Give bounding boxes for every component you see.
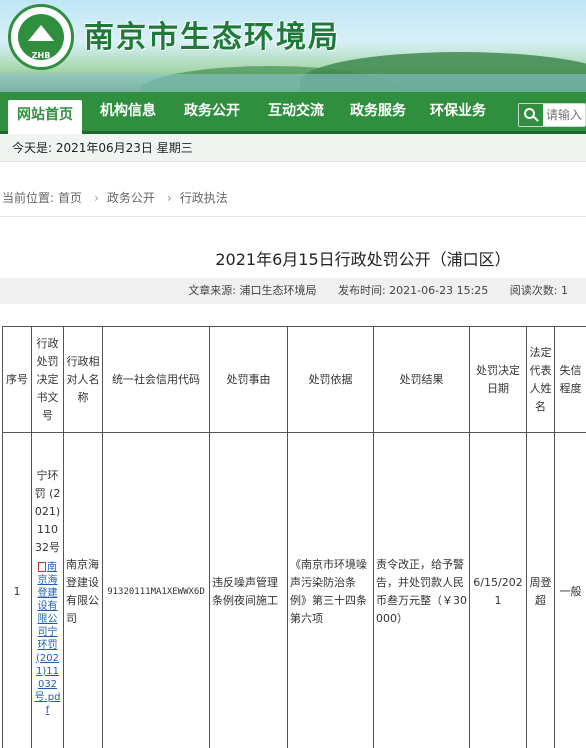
nav-item-government-affairs[interactable]: 政务公开 [174,92,250,131]
article-meta: 文章来源: 浦口生态环境局 发布时间: 2021-06-23 15:25 阅读次… [0,278,586,304]
site-title[interactable]: 南京市生态环境局 [84,12,340,56]
chevron-right-icon: › [94,191,99,205]
chevron-right-icon: › [166,191,172,205]
mountain-icon [28,25,54,41]
nav-item-environment[interactable]: 环保业务 [420,92,496,131]
banner-water [0,74,586,92]
logo-icon[interactable]: ZHB [8,4,74,70]
breadcrumb-enforcement[interactable]: 行政执法 [180,191,228,205]
nav-item-services[interactable]: 政务服务 [340,92,416,131]
date-bar: 今天是: 2021年06月23日 星期三 [0,134,586,162]
column-header: 序号 [2,326,32,433]
column-header: 行政处罚决定书文号 [31,326,64,433]
cell-legal-rep: 周登超 [526,432,555,748]
cell-basis: 《南京市环境噪声污染防治条例》第三十四条第六项 [287,432,374,748]
nav-item-institution[interactable]: 机构信息 [90,92,166,131]
nav-item-interaction[interactable]: 互动交流 [258,92,334,131]
table-header-row: 序号 行政处罚决定书文号 行政相对人名称 统一社会信用代码 处罚事由 处罚依据 … [2,326,586,433]
cell-index: 1 [2,432,32,748]
article-source: 文章来源: 浦口生态环境局 [188,284,317,297]
search-icon[interactable] [519,104,543,126]
table-row: 1 宁环罚 (2021) 11032号 南京海登建设有限公司宁环罚(2021)1… [2,432,586,748]
divider [0,216,586,217]
search-box [518,103,586,127]
column-header: 处罚事由 [209,326,288,433]
column-header: 处罚结果 [373,326,470,433]
header-banner: ZHB 南京市生态环境局 [0,0,586,92]
cell-party-name: 南京海登建设有限公司 [63,432,103,748]
breadcrumb: 当前位置: 首页 › 政务公开 › 行政执法 [0,186,586,210]
pdf-file-icon [38,561,46,572]
article-read-count: 阅读次数: 1 [509,284,568,297]
cell-credit-level: 一般 [554,432,586,748]
logo-text: ZHB [31,51,51,60]
pdf-link-text[interactable]: 南京海登建设有限公司宁环罚(2021)11032号.pdf [35,562,61,716]
main-nav: 网站首页 机构信息 政务公开 互动交流 政务服务 环保业务 [0,92,586,134]
doc-number-text: 宁环罚 (2021) 11032号 [34,468,61,554]
column-header: 失信程度 [554,326,586,433]
article-publish-time: 发布时间: 2021-06-23 15:25 [337,284,489,297]
nav-item-home[interactable]: 网站首页 [8,100,82,134]
cell-result: 责令改正，给予警告，并处罚款人民币叁万元整（￥30000） [373,432,470,748]
column-header: 法定代表人姓名 [526,326,555,433]
search-handle [533,116,539,122]
cell-reason: 违反噪声管理条例夜间施工 [209,432,288,748]
breadcrumb-government-affairs[interactable]: 政务公开 [107,191,155,205]
penalty-table: 序号 行政处罚决定书文号 行政相对人名称 统一社会信用代码 处罚事由 处罚依据 … [2,326,586,748]
column-header: 统一社会信用代码 [102,326,210,433]
cell-date: 6/15/2021 [469,432,527,748]
breadcrumb-prefix: 当前位置: [2,191,55,205]
breadcrumb-home[interactable]: 首页 [58,191,82,205]
article-title: 2021年6月15日行政处罚公开（浦口区） [215,250,511,269]
column-header: 处罚依据 [287,326,374,433]
cell-doc-number: 宁环罚 (2021) 11032号 南京海登建设有限公司宁环罚(2021)110… [31,432,64,748]
pdf-download-link[interactable]: 南京海登建设有限公司宁环罚(2021)11032号.pdf [34,561,61,717]
column-header: 行政相对人名称 [63,326,103,433]
cell-credit-code: 91320111MA1XEWWX6D [102,432,210,748]
search-input[interactable] [546,106,586,124]
column-header: 处罚决定日期 [469,326,527,433]
